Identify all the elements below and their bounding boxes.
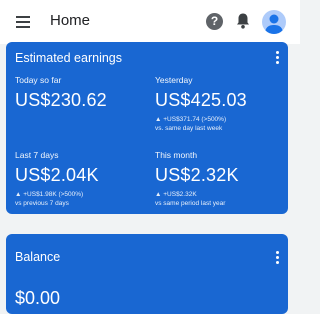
balance-card[interactable]: Balance $0.00 — [6, 234, 288, 314]
metric-this-month: This month US$2.32K ▲ +US$2.32K vs same … — [155, 150, 285, 207]
metric-yesterday: Yesterday US$425.03 ▲ +US$371.74 (>500%)… — [155, 75, 285, 132]
metric-change: ▲ +US$1.98K (>500%) — [15, 191, 84, 198]
estimated-earnings-card[interactable]: Estimated earnings Today so far US$230.6… — [6, 42, 288, 214]
metric-today: Today so far US$230.62 — [15, 75, 145, 111]
hamburger-menu-icon[interactable] — [16, 16, 30, 28]
account-avatar[interactable] — [262, 10, 286, 34]
metric-change: ▲ +US$371.74 (>500%) — [155, 116, 227, 123]
metric-last-7-days: Last 7 days US$2.04K ▲ +US$1.98K (>500%)… — [15, 150, 145, 207]
metric-value: US$425.03 — [155, 90, 247, 110]
page-title: Home — [50, 12, 91, 29]
person-icon — [265, 14, 283, 34]
metric-comparison: vs same period last year — [155, 200, 226, 207]
balance-value: $0.00 — [15, 288, 61, 308]
metric-comparison: vs previous 7 days — [15, 200, 69, 207]
metric-value: US$2.04K — [15, 165, 99, 185]
metric-value: US$230.62 — [15, 90, 107, 110]
more-options-icon[interactable] — [276, 251, 280, 266]
metric-value: US$2.32K — [155, 165, 239, 185]
card-title: Estimated earnings — [15, 51, 123, 65]
metric-change: ▲ +US$2.32K — [155, 191, 197, 198]
more-options-icon[interactable] — [276, 51, 280, 66]
metric-label: Last 7 days — [15, 150, 59, 160]
card-title: Balance — [15, 250, 61, 264]
notifications-bell-icon[interactable] — [235, 12, 251, 30]
help-icon[interactable]: ? — [206, 13, 223, 30]
metric-comparison: vs. same day last week — [155, 125, 223, 132]
metric-label: Yesterday — [155, 75, 193, 85]
metric-label: Today so far — [15, 75, 62, 85]
metric-label: This month — [155, 150, 198, 160]
top-app-bar: Home ? — [0, 0, 300, 44]
